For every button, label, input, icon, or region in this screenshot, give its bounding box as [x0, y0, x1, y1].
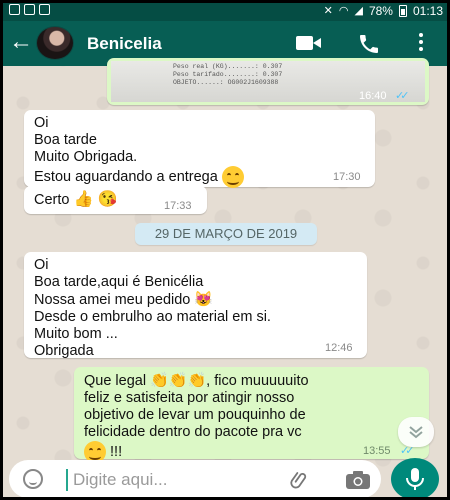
- message-incoming[interactable]: Oi Boa tarde Muito Obrigada. Estou aguar…: [24, 110, 375, 188]
- message-composer: [9, 460, 381, 497]
- phone-icon[interactable]: [357, 32, 381, 56]
- message-time: 17:33: [164, 200, 192, 212]
- phone-screen: ✕ ◠ ◢ 78% 01:13 ← Benicelia Peso real (K…: [3, 3, 447, 497]
- avatar[interactable]: [36, 26, 74, 60]
- message-image-outgoing[interactable]: Peso real (KG).......: 0.307 Peso tarifa…: [107, 58, 429, 105]
- video-call-icon[interactable]: [296, 36, 322, 50]
- thumbs-up-emoji-icon: 👍: [73, 191, 94, 208]
- receipt-line: OBJETO......: OG002J1609388: [173, 79, 279, 86]
- message-line: Nossa amei meu pedido 😻: [34, 291, 214, 308]
- message-line: felicidade dentro do pacote pra vc: [84, 424, 302, 440]
- receipt-line: Peso real (KG).......: 0.307: [173, 63, 283, 70]
- notification-icon: [9, 4, 20, 15]
- message-line: Certo: [34, 192, 70, 208]
- message-line: feliz e satisfeita por atingir nosso: [84, 390, 295, 406]
- message-time: 16:40: [359, 90, 387, 102]
- arrow-left-icon[interactable]: ←: [9, 30, 33, 54]
- message-line: Boa tarde,aqui é Benicélia: [34, 274, 204, 290]
- clock: 01:13: [412, 4, 443, 18]
- image-notification-icon: [24, 4, 35, 15]
- more-vert-icon[interactable]: [417, 33, 425, 55]
- receipt-line: Peso tarifado........: 0.307: [173, 71, 283, 78]
- read-ticks-icon: ✓✓: [395, 90, 410, 102]
- message-line: Que legal 👏👏👏, fico muuuuuito: [84, 372, 309, 389]
- smiley-icon[interactable]: [23, 469, 43, 489]
- facebook-icon: [39, 4, 50, 15]
- message-incoming[interactable]: Certo 👍 😘 17:33: [24, 186, 207, 214]
- text-caret: [66, 469, 68, 491]
- mute-icon: ✕: [323, 5, 333, 17]
- clapping-hands-emoji-icon: 👏: [168, 372, 188, 389]
- message-time: 12:46: [325, 342, 353, 354]
- notification-icons: [9, 4, 50, 15]
- message-line: objetivo de levar um pouquinho de: [84, 407, 306, 423]
- wifi-icon: ◠: [338, 5, 349, 17]
- message-line: Muito bom ...: [34, 326, 118, 342]
- smiling-face-emoji-icon: [221, 166, 244, 188]
- message-input[interactable]: [71, 467, 275, 493]
- kissing-face-emoji-icon: 😘: [97, 191, 118, 208]
- system-icons: ✕ ◠ ◢ 78% 01:13: [324, 4, 443, 18]
- signal-icon: ◢: [354, 5, 363, 17]
- message-line: Desde o embrulho ao material em si.: [34, 309, 271, 325]
- message-outgoing[interactable]: Que legal 👏👏👏, fico muuuuuito feliz e sa…: [74, 367, 429, 463]
- microphone-button[interactable]: [391, 458, 439, 497]
- clapping-hands-emoji-icon: 👏: [187, 372, 207, 389]
- battery-icon: [398, 5, 407, 17]
- message-incoming[interactable]: Oi Boa tarde,aqui é Benicélia Nossa amei…: [24, 252, 367, 359]
- status-bar: ✕ ◠ ◢ 78% 01:13: [3, 3, 447, 21]
- message-time: 13:55: [363, 445, 391, 457]
- microphone-icon: [406, 468, 424, 490]
- clapping-hands-emoji-icon: 👏: [150, 372, 169, 389]
- heart-eyes-cat-emoji-icon: 😻: [194, 291, 214, 308]
- message-line: Estou aguardando a entrega: [34, 166, 375, 188]
- message-line: Oi: [34, 115, 49, 131]
- message-line: Oi: [34, 257, 49, 273]
- chevron-down-icon: [409, 426, 423, 439]
- message-line: Obrigada: [34, 343, 94, 359]
- camera-icon[interactable]: [345, 470, 371, 490]
- paperclip-icon[interactable]: [289, 469, 311, 491]
- message-time: 17:30: [333, 171, 361, 183]
- contact-name[interactable]: Benicelia: [87, 34, 162, 54]
- date-separator: 29 DE MARÇO DE 2019: [135, 223, 317, 245]
- battery-percent: 78%: [368, 4, 393, 18]
- message-line: Muito Obrigada.: [34, 149, 138, 165]
- scroll-to-bottom-button[interactable]: [398, 417, 434, 447]
- message-line: Boa tarde: [34, 132, 97, 148]
